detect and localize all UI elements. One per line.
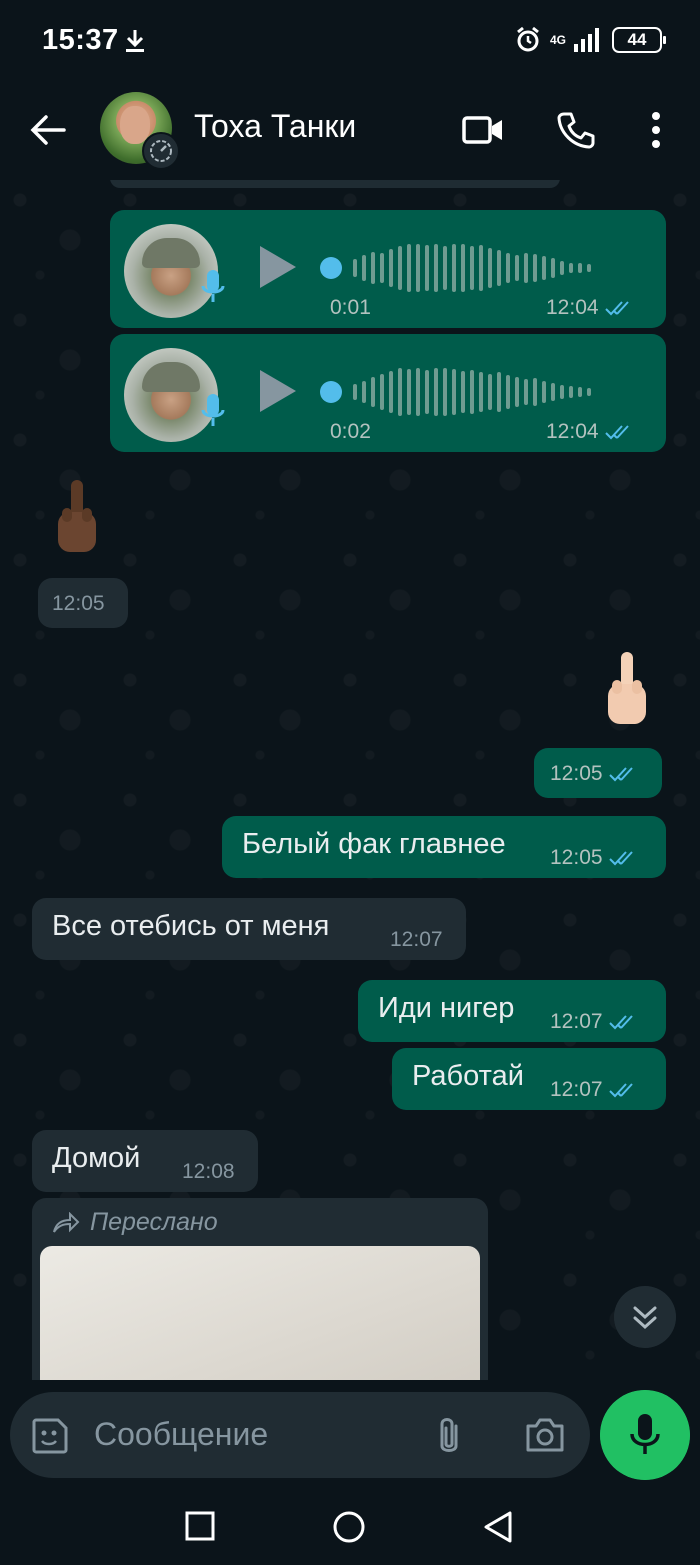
message-input[interactable]: Сообщение: [94, 1416, 268, 1453]
read-ticks-icon: [608, 1083, 633, 1098]
read-ticks-icon: [608, 851, 633, 866]
middle-finger-emoji[interactable]: [54, 478, 100, 558]
message-time: 12:05: [550, 762, 603, 785]
forwarded-message[interactable]: Переслано: [32, 1198, 488, 1380]
message-bubble[interactable]: Белый фак главнее 12:05: [222, 816, 666, 878]
message-time: 12:05: [52, 592, 105, 615]
mic-icon: [201, 270, 225, 302]
message-bubble[interactable]: Все отебись от меня 12:07: [32, 898, 466, 960]
chat-header: Тоха Танки: [0, 84, 700, 180]
message-text: Белый фак главнее: [242, 828, 506, 860]
back-button[interactable]: [482, 1510, 514, 1544]
message-text: Работай: [412, 1060, 524, 1092]
waveform[interactable]: [320, 366, 591, 418]
chat-area[interactable]: 0:01 12:04 0:02 12:04 12:05 12:05 Белый …: [0, 180, 700, 1380]
system-nav-bar: [0, 1488, 700, 1565]
status-time: 15:37: [42, 24, 119, 56]
home-button[interactable]: [332, 1510, 366, 1544]
partial-message: [110, 180, 560, 188]
read-ticks-icon: [608, 767, 633, 782]
voice-message[interactable]: 0:01 12:04: [110, 210, 666, 328]
message-bubble[interactable]: Домой 12:08: [32, 1130, 258, 1192]
network-type: 4G: [549, 33, 566, 47]
voice-message[interactable]: 0:02 12:04: [110, 334, 666, 452]
signal-icon: [574, 28, 599, 52]
message-time: 12:04: [546, 420, 599, 443]
message-input-bar[interactable]: Сообщение: [10, 1392, 590, 1478]
voice-duration: 0:01: [330, 296, 371, 319]
message-text: Домой: [52, 1142, 141, 1174]
forwarded-label: Переслано: [90, 1208, 218, 1236]
read-ticks-icon: [604, 425, 629, 440]
message-time: 12:08: [182, 1160, 235, 1183]
voice-call-icon[interactable]: [556, 110, 596, 150]
message-time: 12:07: [550, 1078, 603, 1101]
read-ticks-icon: [604, 301, 629, 316]
mic-icon: [201, 394, 225, 426]
message-bubble[interactable]: Иди нигер 12:07: [358, 980, 666, 1042]
message-bubble[interactable]: 12:05: [534, 748, 662, 798]
play-button[interactable]: [260, 370, 296, 412]
sticker-icon[interactable]: [30, 1416, 70, 1456]
message-time: 12:05: [550, 846, 603, 869]
forwarded-image[interactable]: [40, 1246, 480, 1380]
voice-record-button[interactable]: [600, 1390, 690, 1480]
message-time: 12:04: [546, 296, 599, 319]
voice-duration: 0:02: [330, 420, 371, 443]
read-ticks-icon: [608, 1015, 633, 1030]
middle-finger-emoji[interactable]: [604, 650, 650, 730]
battery-icon: 44: [612, 27, 666, 53]
waveform[interactable]: [320, 242, 591, 294]
back-arrow-icon[interactable]: [28, 110, 68, 150]
message-bubble[interactable]: 12:05: [38, 578, 128, 628]
recents-button[interactable]: [184, 1510, 216, 1542]
scroll-down-button[interactable]: [614, 1286, 676, 1348]
status-bar: 15:37 4G 44: [0, 0, 700, 84]
message-text: Все отебись от меня: [52, 910, 330, 942]
message-bubble[interactable]: Работай 12:07: [392, 1048, 666, 1110]
attach-icon[interactable]: [434, 1414, 464, 1458]
contact-name[interactable]: Тоха Танки: [194, 108, 356, 145]
message-time: 12:07: [550, 1010, 603, 1033]
download-icon: [126, 30, 144, 52]
camera-icon[interactable]: [524, 1416, 566, 1454]
disappearing-timer-icon: [142, 132, 180, 170]
message-time: 12:07: [390, 928, 443, 951]
message-text: Иди нигер: [378, 992, 515, 1024]
more-options-icon[interactable]: [648, 110, 664, 150]
alarm-icon: [517, 26, 539, 52]
play-button[interactable]: [260, 246, 296, 288]
video-call-icon[interactable]: [462, 110, 504, 150]
forward-icon: [53, 1211, 80, 1233]
